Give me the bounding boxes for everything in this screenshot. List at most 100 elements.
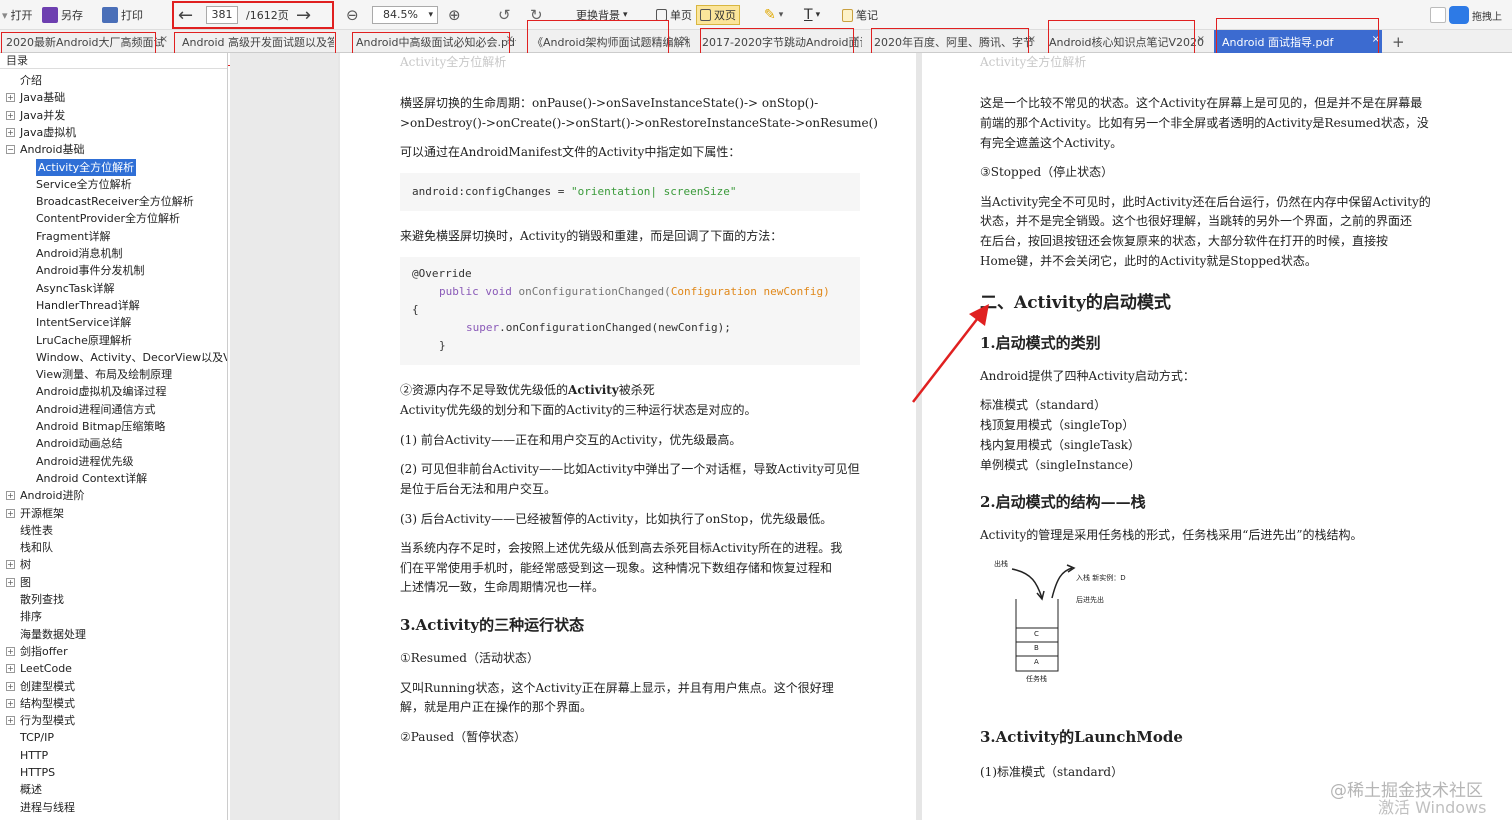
tree-toggle-icon[interactable]: + [6,664,15,674]
prev-page-button[interactable]: ← [178,0,193,30]
tree-toggle-icon[interactable]: + [6,646,15,656]
tree-toggle-icon[interactable]: + [6,491,15,501]
toc-item[interactable]: Java虚拟机 [20,124,76,141]
open-button[interactable]: ▾ 打开 [2,0,33,30]
tab-2[interactable]: Android 高级开发面试题以及答案 [178,30,334,53]
toc-item[interactable]: Service全方位解析 [36,176,132,193]
close-icon[interactable]: × [678,34,688,45]
toc-item[interactable]: 树 [20,556,31,573]
toc-item[interactable]: HTTPS [20,764,55,781]
page-number-input[interactable]: 381 [206,6,238,24]
tab-1[interactable]: 2020最新Android大厂高频面试 × [2,30,170,53]
close-icon[interactable]: × [1369,34,1380,45]
toc-item[interactable]: 线性表 [20,522,53,539]
text-tool-button[interactable]: T ▾ [804,0,820,30]
tab-7[interactable]: Android核心知识点笔记V2020 × [1045,30,1207,53]
toc-item[interactable]: 栈和队 [20,539,53,556]
toc-item[interactable]: HandlerThread详解 [36,297,140,314]
toc-item[interactable]: IntentService详解 [36,314,131,331]
notes-button[interactable]: 笔记 [842,0,878,30]
toc-item[interactable]: Window、Activity、DecorView以及Vie [36,349,227,366]
toc-item[interactable]: Fragment详解 [36,228,111,245]
background-button[interactable]: 更换背景 ▾ [576,0,628,30]
new-tab-button[interactable]: + [1388,30,1408,53]
close-icon[interactable]: × [850,34,860,45]
toc-item[interactable]: Android消息机制 [36,245,123,262]
rotate-left-button[interactable]: ↺ [498,0,511,30]
tree-toggle-icon[interactable]: + [6,698,15,708]
tab-5[interactable]: 2017-2020字节跳动Android面试 × [698,30,862,53]
zoom-in-button[interactable]: ⊕ [448,0,461,30]
next-page-button[interactable]: → [296,0,311,30]
print-button[interactable]: 打印 [102,0,143,30]
toc-item[interactable]: 概述 [20,781,42,798]
toc-item[interactable]: 开源框架 [20,505,64,522]
toc-item[interactable]: View测量、布局及绘制原理 [36,366,172,383]
tab-4[interactable]: 《Android架构师面试题精编解析 × [528,30,690,53]
double-page-button[interactable]: 双页 [696,5,740,25]
tab-3[interactable]: Android中高级面试必知必会.pdf × [352,30,516,53]
tree-toggle-icon[interactable]: + [6,560,15,570]
toc-item[interactable]: Android基础 [20,141,85,158]
toc-item[interactable]: 进程与线程 [20,799,75,816]
arrow-right-icon: → [296,4,312,26]
toc-item[interactable]: Android虚拟机及编译过程 [36,383,167,400]
toc-item[interactable]: Android事件分发机制 [36,262,145,279]
tab-bar: 2020最新Android大厂高频面试 × Android 高级开发面试题以及答案… [0,30,1512,53]
zoom-out-button[interactable]: ⊖ [346,0,359,30]
toc-item[interactable]: 海量数据处理 [20,626,86,643]
tab-6[interactable]: 2020年百度、阿里、腾讯、字节 × [870,30,1038,53]
sidebar-divider[interactable] [230,53,338,820]
tree-toggle-icon[interactable]: + [6,577,15,587]
cloud-search-button[interactable]: 拖拽上 [1430,0,1502,30]
save-as-button[interactable]: 另存 [42,0,83,30]
toc-item[interactable]: Java基础 [20,89,65,106]
close-icon[interactable]: × [504,34,514,45]
toc-item[interactable]: Android动画总结 [36,435,123,452]
toc-item[interactable]: Android进阶 [20,487,85,504]
toc-item[interactable]: ContentProvider全方位解析 [36,210,180,227]
toc-item[interactable]: AsyncTask详解 [36,280,115,297]
section-heading: 3.Activity的LaunchMode [980,728,1183,746]
tab-8-active[interactable]: Android 面试指导.pdf × [1214,30,1382,53]
toc-item[interactable]: 散列查找 [20,591,64,608]
rotate-right-button[interactable]: ↻ [530,0,543,30]
toc-item[interactable]: Android Context详解 [36,470,147,487]
close-icon[interactable]: × [1195,34,1205,45]
close-icon[interactable]: × [158,34,168,45]
section-heading: 2.启动模式的结构——栈 [980,493,1146,511]
tree-toggle-icon[interactable]: + [6,110,15,120]
toc-item[interactable]: 行为型模式 [20,712,75,729]
toc-item[interactable]: 排序 [20,608,42,625]
close-icon[interactable]: × [1026,34,1036,45]
tree-toggle-icon[interactable]: + [6,127,15,137]
toc-item[interactable]: Android进程优先级 [36,453,134,470]
toc-item[interactable]: LruCache原理解析 [36,332,132,349]
toc-item[interactable]: BroadcastReceiver全方位解析 [36,193,194,210]
toc-item[interactable]: TCP/IP [20,729,54,746]
toc-item[interactable]: Android进程间通信方式 [36,401,156,418]
stack-diagram [1011,564,1076,672]
zoom-select[interactable]: 84.5% ▾ [372,6,438,24]
toc-item[interactable]: HTTP [20,747,48,764]
single-page-button[interactable]: 单页 [656,0,692,30]
toc-item[interactable]: 创建型模式 [20,678,75,695]
toc-item[interactable]: Java并发 [20,107,65,124]
tree-toggle-icon[interactable]: + [6,93,15,103]
toc-item[interactable]: Android Bitmap压缩策略 [36,418,165,435]
chapter-heading: 二、Activity的启动模式 [980,293,1171,313]
highlight-button[interactable]: ✎ ▾ [764,0,783,30]
tree-toggle-icon[interactable]: + [6,681,15,691]
tree-toggle-icon[interactable]: + [6,508,15,518]
toc-item[interactable]: 结构型模式 [20,695,75,712]
toc-item[interactable]: 图 [20,574,31,591]
toc-item[interactable]: Activity全方位解析 [36,158,137,176]
toc-item[interactable]: LeetCode [20,660,72,677]
page-header: Activity全方位解析 [400,55,507,69]
toc-item[interactable]: 剑指offer [20,643,68,660]
page-right: Activity全方位解析 这是一个比较不常见的状态。这个Activity在屏幕… [922,53,1512,820]
page-header: Activity全方位解析 [980,55,1087,69]
tree-toggle-icon[interactable]: − [6,145,15,155]
tree-toggle-icon[interactable]: + [6,716,15,726]
toc-item[interactable]: 介绍 [20,72,42,89]
